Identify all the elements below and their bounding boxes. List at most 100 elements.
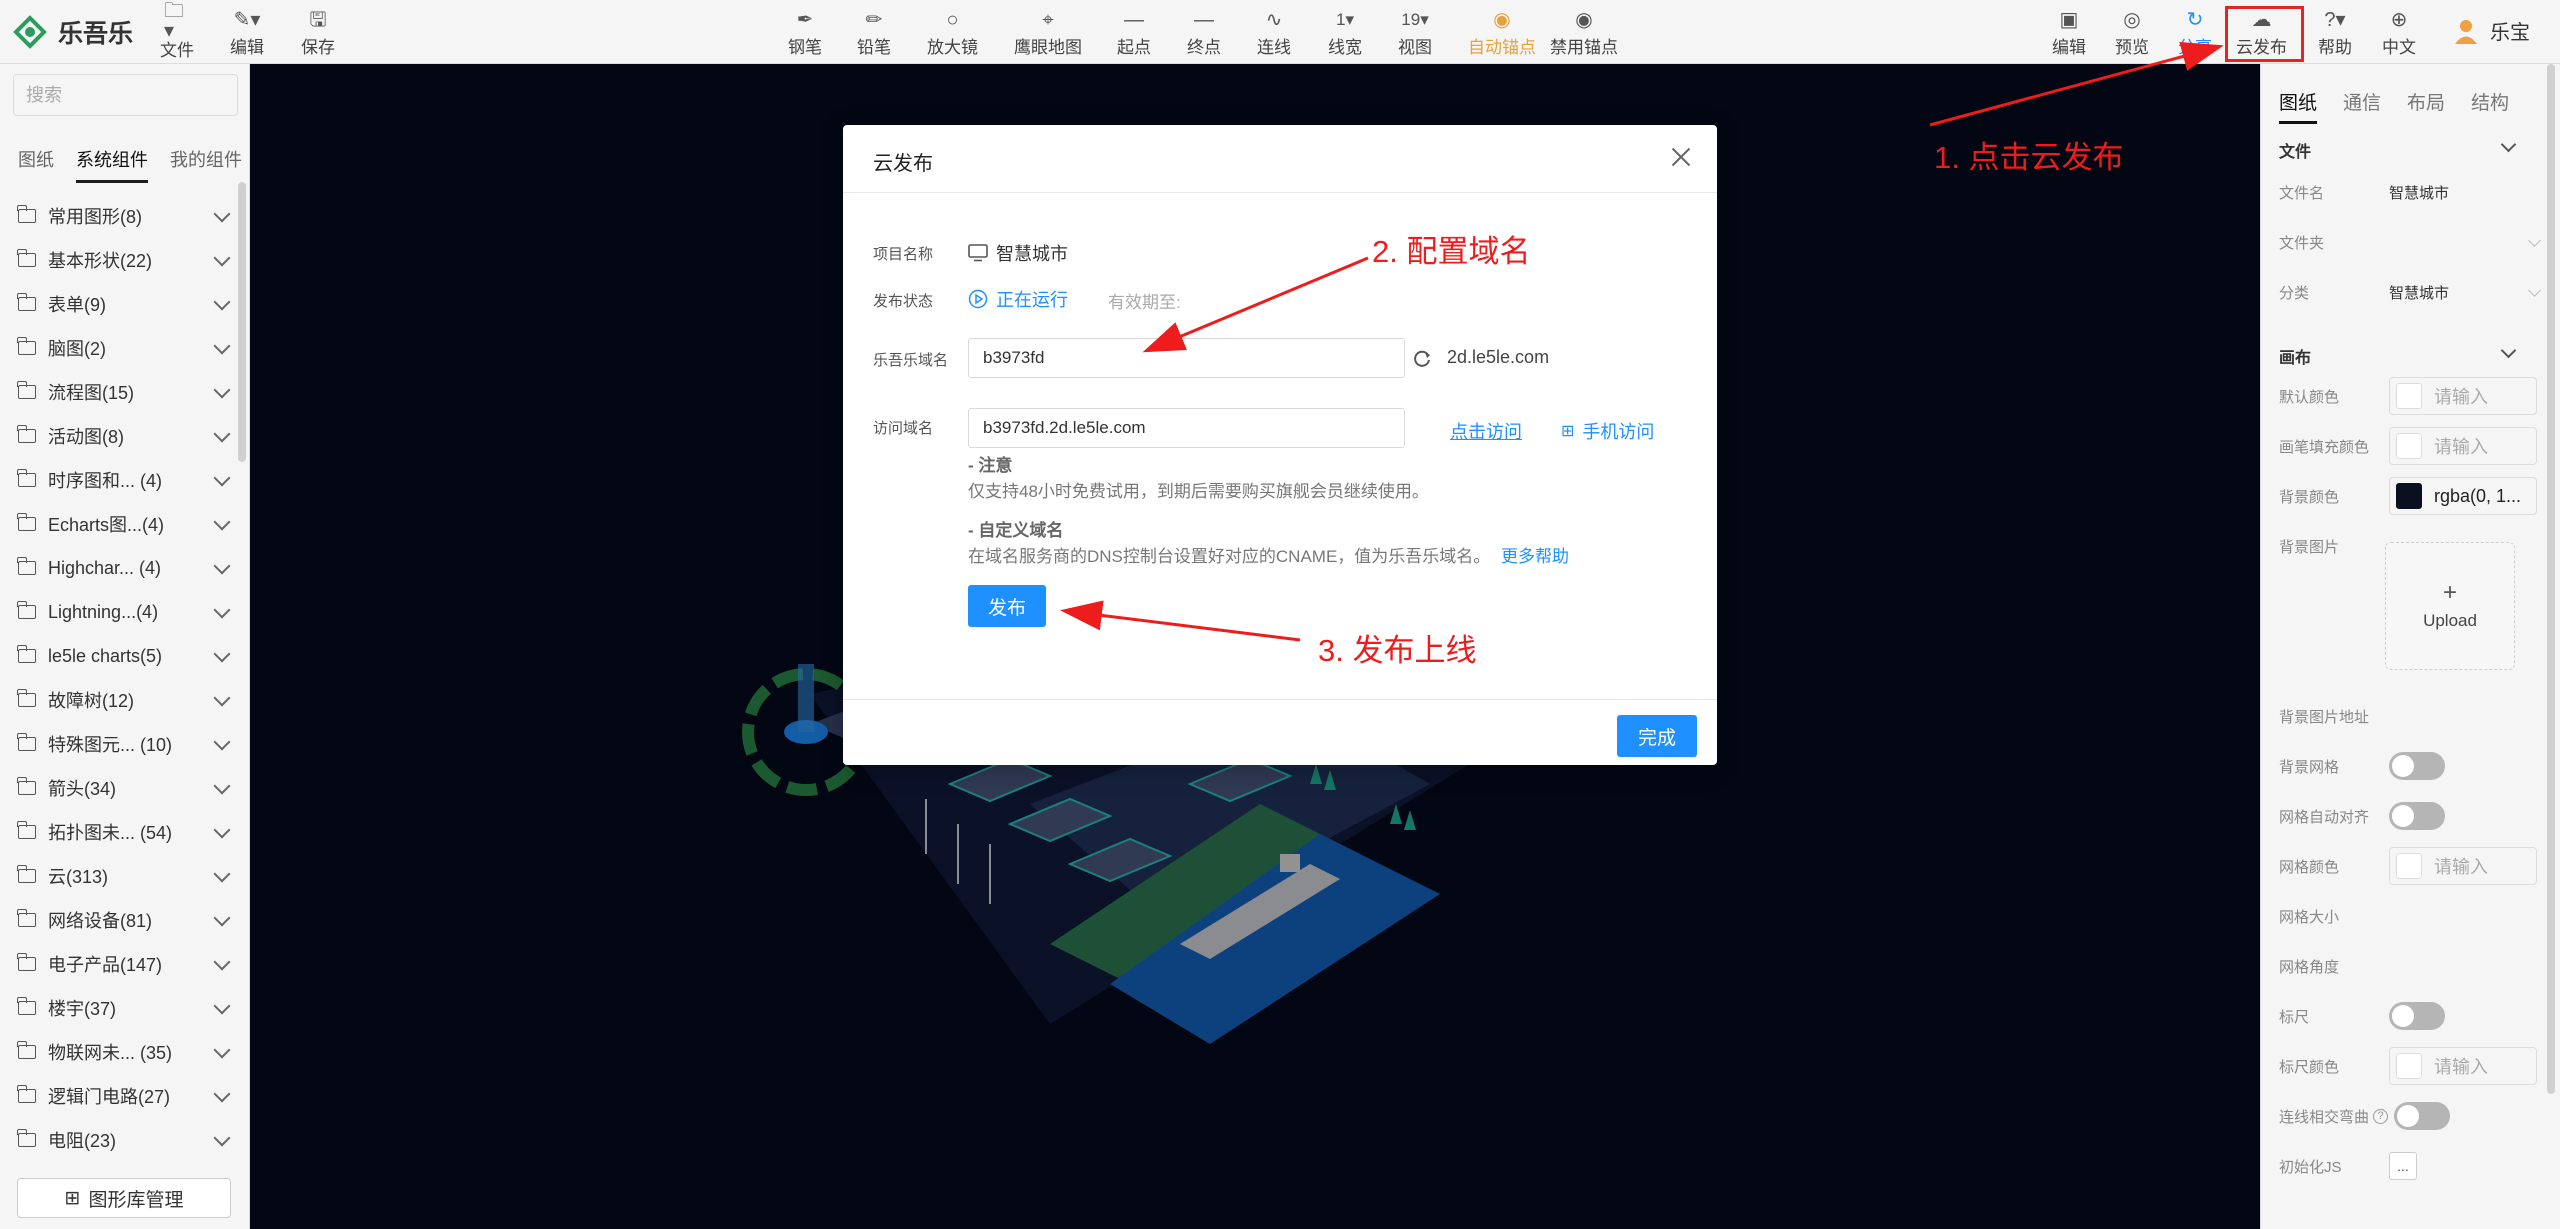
category-item[interactable]: 活动图(8) [0,414,236,458]
connect-line-tool[interactable]: ∿ 连线 [1257,8,1291,58]
category-item[interactable]: 常用图形(8) [0,194,236,238]
pencil-tool[interactable]: ✏ 铅笔 [857,8,891,58]
ruler-toggle[interactable] [2389,1002,2445,1030]
category-label: 楼宇(37) [48,999,117,1019]
library-manage-button[interactable]: ⊞ 图形库管理 [17,1178,231,1218]
file-menu[interactable]: 🗀▾ 文件 [160,1,194,60]
default-color-picker[interactable]: 请输入 [2389,377,2537,415]
publish-button[interactable]: 发布 [968,585,1046,627]
bg-color-picker[interactable]: rgba(0, 1... [2389,477,2537,515]
chevron-down-icon [213,953,231,971]
category-item[interactable]: 表单(9) [0,282,236,326]
user-menu[interactable]: 乐宝 [2452,16,2530,45]
grid-color-picker[interactable]: 请输入 [2389,847,2537,885]
tab-structure[interactable]: 结构 [2471,88,2509,124]
category-item[interactable]: 时序图和... (4) [0,458,236,502]
line-width-tool[interactable]: 1 ▾ 线宽 [1328,8,1362,58]
view-tool[interactable]: 19 ▾ 视图 [1398,8,1432,58]
category-item[interactable]: 电阻(23) [0,1118,236,1162]
search-input[interactable] [13,74,238,116]
line-end-tool[interactable]: — 终点 [1187,8,1221,58]
category-item[interactable]: 流程图(15) [0,370,236,414]
sidebar-scrollbar[interactable] [238,182,246,462]
preview-button[interactable]: ◎ 预览 [2115,8,2149,58]
category-item[interactable]: Highchar... (4) [0,546,236,590]
folder-icon [17,777,36,795]
visit-link[interactable]: 点击访问 [1450,418,1522,444]
folder-icon [17,381,36,399]
auto-anchor-tool[interactable]: ◉ 自动锚点 [1468,8,1536,58]
canvas-section-title[interactable]: 画布 [2279,344,2311,368]
chevron-down-icon [213,645,231,663]
category-row[interactable]: 分类 智慧城市 [2279,272,2541,312]
disable-anchor-tool[interactable]: ◉ 禁用锚点 [1550,8,1618,58]
ruler-color-picker[interactable]: 请输入 [2389,1047,2537,1085]
share-button[interactable]: ↻ 分享 [2178,8,2212,58]
init-js-button[interactable]: ... [2389,1152,2417,1180]
line-start-tool[interactable]: — 起点 [1117,8,1151,58]
magnifier-tool[interactable]: ○ 放大镜 [927,8,978,58]
file-section-title[interactable]: 文件 [2279,138,2311,162]
line-start-icon: — [1124,8,1144,31]
grid-snap-row: 网格自动对齐 [2279,796,2539,836]
question-icon[interactable]: ? [2373,1108,2389,1124]
mobile-visit-link[interactable]: ⊞ 手机访问 [1561,418,1654,444]
app-logo[interactable]: 乐吾乐 [12,14,133,50]
language-menu[interactable]: ⊕ 中文 [2382,8,2416,58]
edit-mode-button[interactable]: ▣ 编辑 [2052,8,2086,58]
anchor-disabled-icon: ◉ [1575,8,1593,31]
category-item[interactable]: 楼宇(37) [0,986,236,1030]
bg-image-upload[interactable]: + Upload [2385,542,2515,670]
category-item[interactable]: 逻辑门电路(27) [0,1074,236,1118]
category-label: 逻辑门电路(27) [48,1087,171,1107]
properties-scrollbar[interactable] [2547,64,2555,1094]
folder-icon [17,513,36,531]
line-cross-toggle[interactable] [2394,1102,2451,1130]
tab-system-components[interactable]: 系统组件 [76,146,148,183]
monitor-icon [968,244,988,262]
pen-tool[interactable]: ✒ 钢笔 [788,8,822,58]
chevron-down-icon [213,513,231,531]
file-name-value[interactable]: 智慧城市 [2389,182,2449,203]
domain-input[interactable] [968,338,1405,378]
category-item[interactable]: 特殊图元... (10) [0,722,236,766]
more-help-link[interactable]: 更多帮助 [1501,547,1569,566]
done-button[interactable]: 完成 [1617,715,1697,757]
tab-drawing[interactable]: 图纸 [2279,88,2318,124]
category-item[interactable]: 故障树(12) [0,678,236,722]
access-domain-input[interactable] [968,408,1405,448]
grid-toggle[interactable] [2389,752,2445,780]
category-item[interactable]: 网络设备(81) [0,898,236,942]
qrcode-icon: ⊞ [1561,423,1575,440]
category-item[interactable]: 云(313) [0,854,236,898]
category-item[interactable]: 物联网未... (35) [0,1030,236,1074]
folder-icon [17,645,36,663]
tab-drawings[interactable]: 图纸 [18,146,54,183]
category-item[interactable]: 电子产品(147) [0,942,236,986]
category-item[interactable]: le5le charts(5) [0,634,236,678]
save-button[interactable]: 🖫 保存 [301,8,335,58]
category-item[interactable]: 箭头(34) [0,766,236,810]
edit-menu[interactable]: ✎▾ 编辑 [230,8,264,58]
category-item[interactable]: Echarts图...(4) [0,502,236,546]
category-label: 故障树(12) [48,691,135,711]
pen-fill-color-picker[interactable]: 请输入 [2389,427,2537,465]
refresh-icon[interactable] [1411,347,1433,369]
dialog-footer-divider [843,699,1717,700]
category-item[interactable]: 拓扑图未... (54) [0,810,236,854]
logo-text: 乐吾乐 [58,20,134,48]
tab-my-components[interactable]: 我的组件 [170,146,242,183]
chevron-down-icon [213,557,231,575]
tab-communication[interactable]: 通信 [2343,88,2381,124]
folder-row[interactable]: 文件夹 [2279,222,2541,262]
grid-snap-toggle[interactable] [2389,802,2445,830]
close-icon[interactable] [1667,143,1695,171]
minimap-tool[interactable]: ⌖ 鹰眼地图 [1014,8,1082,58]
category-item[interactable]: 脑图(2) [0,326,236,370]
category-label: 流程图(15) [48,383,135,403]
category-item[interactable]: Lightning...(4) [0,590,236,634]
category-item[interactable]: 基本形状(22) [0,238,236,282]
folder-icon [17,1085,36,1103]
tab-layout[interactable]: 布局 [2407,88,2445,124]
help-menu[interactable]: ?▾ 帮助 [2318,8,2352,58]
